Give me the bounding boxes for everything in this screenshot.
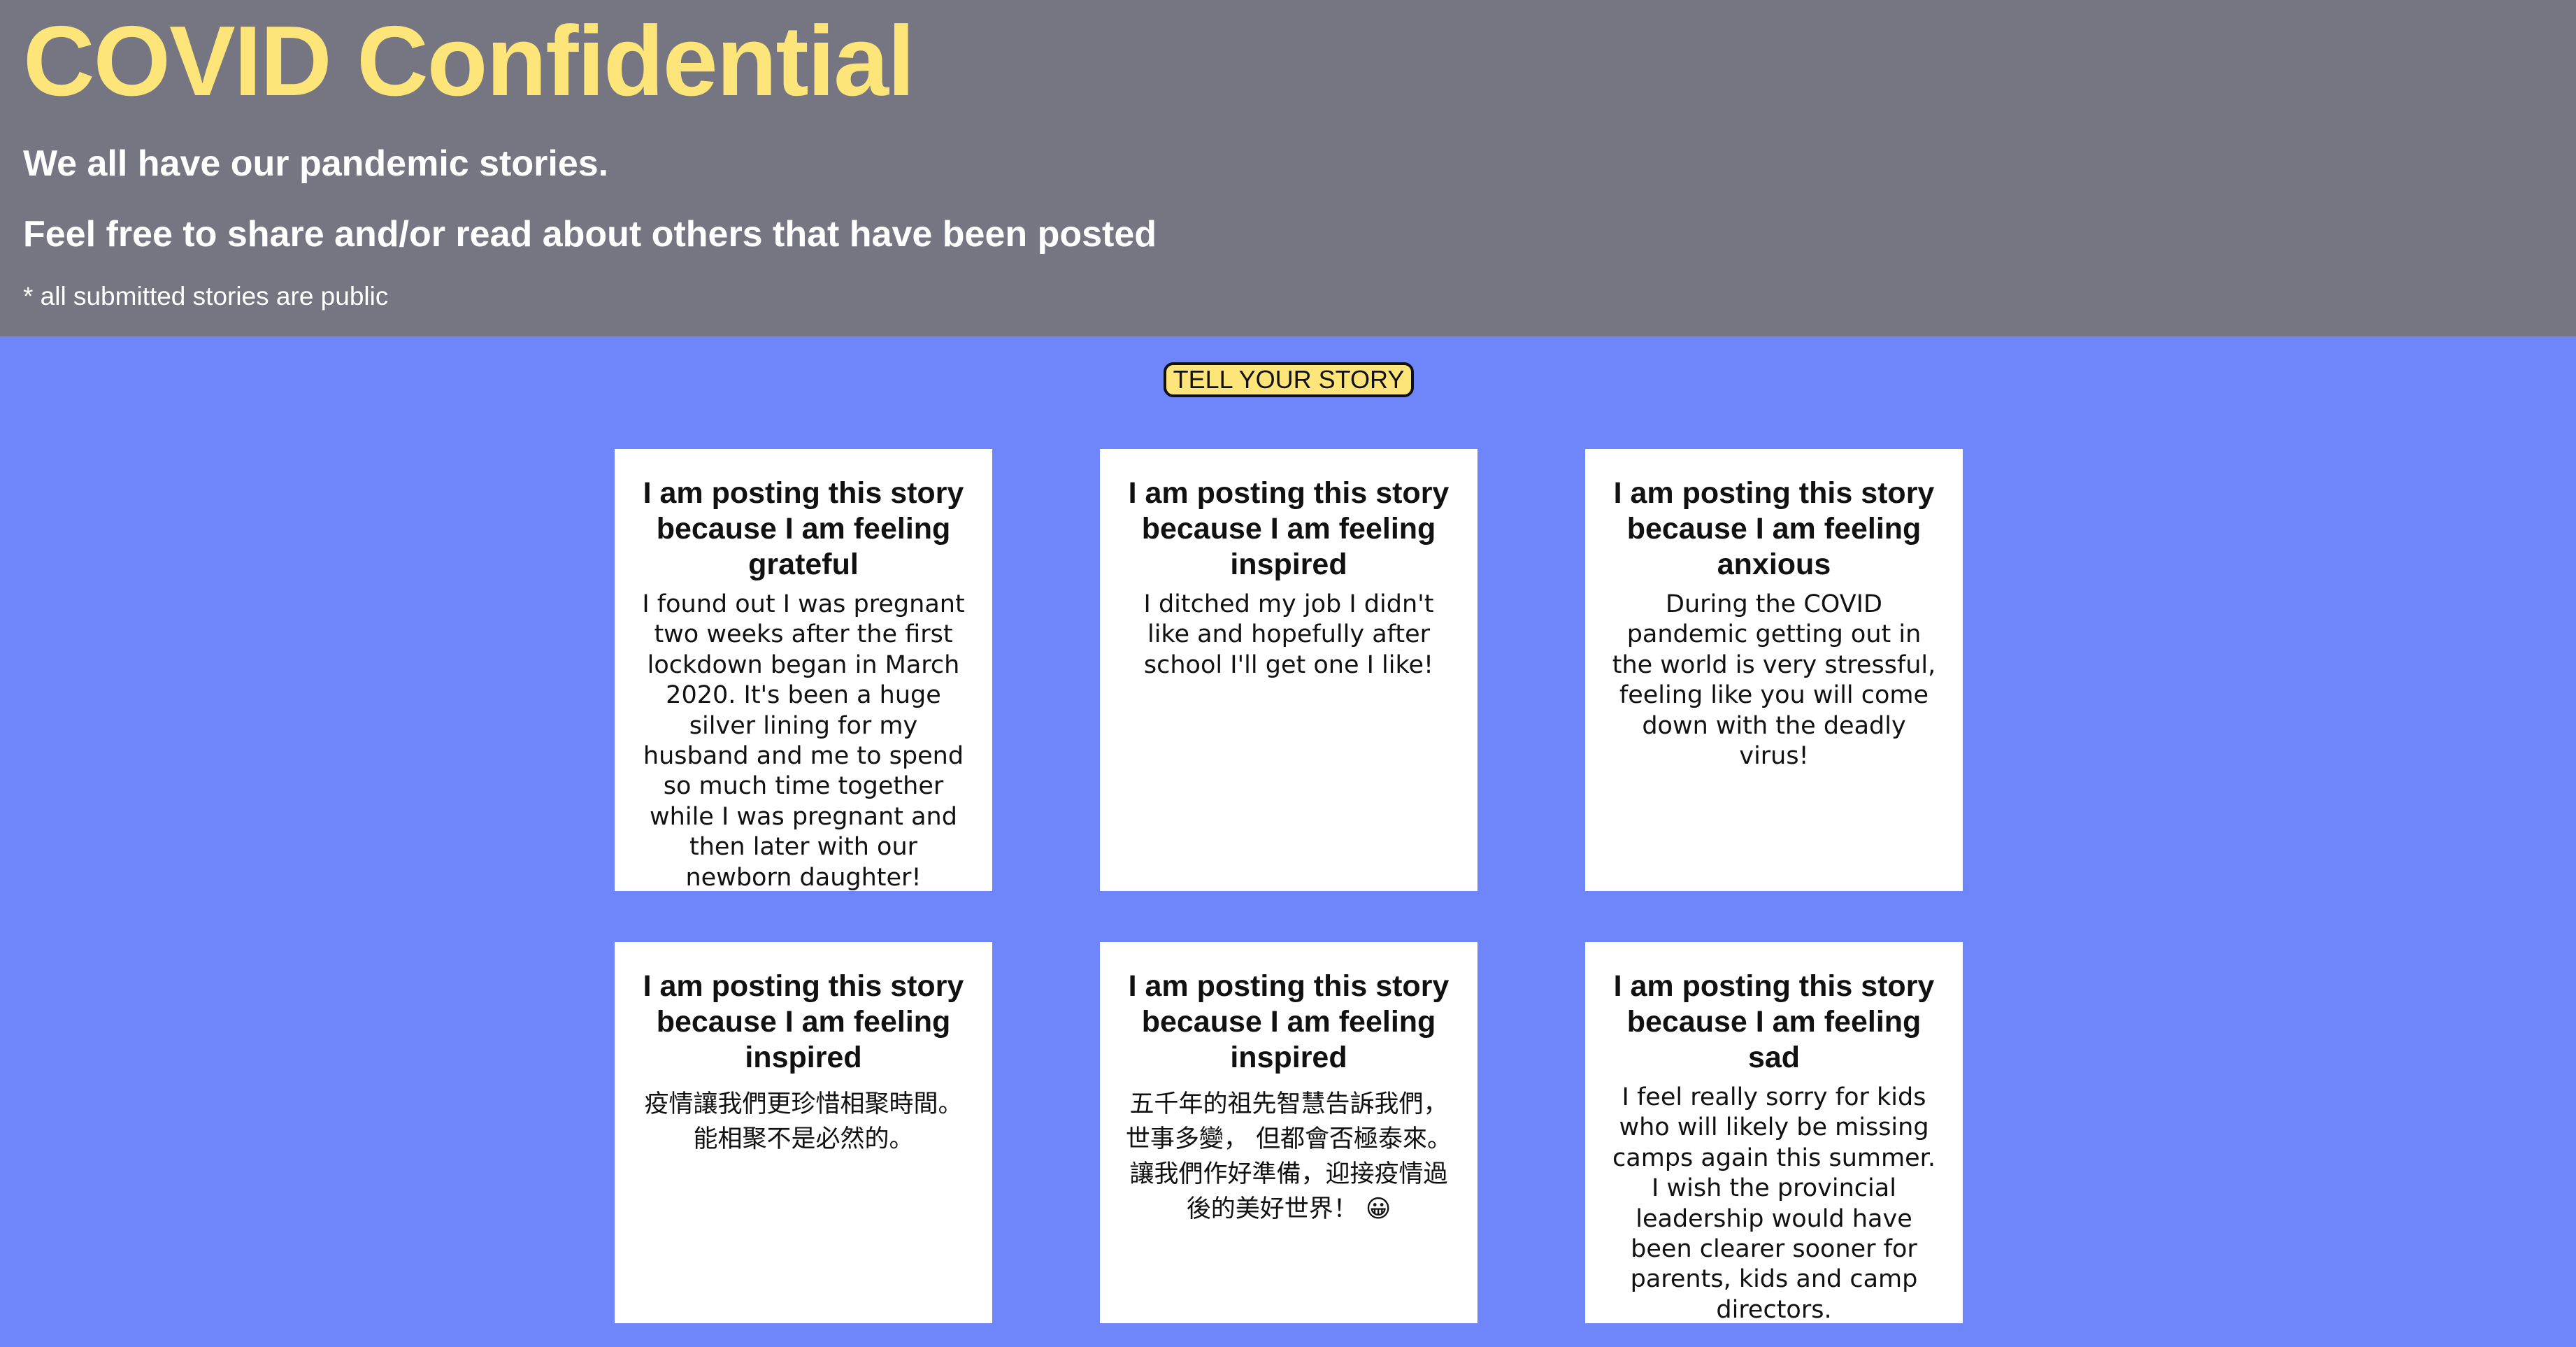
story-body: 五千年的祖先智慧告訴我們，世事多變， 但都會否極泰來。讓我們作好準備，迎接疫情過… (1125, 1090, 1452, 1223)
story-body: I feel really sorry for kids who will li… (1612, 1083, 1935, 1324)
story-title: I am posting this story because I am fee… (1128, 969, 1450, 1074)
story-card: I am posting this story because I am fee… (1585, 942, 1963, 1324)
story-card: I am posting this story because I am fee… (615, 942, 992, 1323)
story-title: I am posting this story because I am fee… (1613, 476, 1935, 581)
site-header: COVID Confidential We all have our pande… (0, 0, 2576, 336)
story-card: I am posting this story because I am fee… (1585, 449, 1963, 891)
story-card: I am posting this story because I am fee… (615, 449, 992, 892)
story-title: I am posting this story because I am fee… (643, 476, 964, 581)
story-body: 疫情讓我們更珍惜相聚時間。能相聚不是必然的。 (644, 1090, 963, 1153)
story-title: I am posting this story because I am fee… (643, 969, 964, 1074)
story-body: I found out I was pregnant two weeks aft… (642, 590, 965, 892)
story-title: I am posting this story because I am fee… (1613, 969, 1935, 1074)
public-stories-note: * all submitted stories are public (23, 282, 389, 311)
story-card: I am posting this story because I am fee… (1100, 942, 1477, 1323)
site-title: COVID Confidential (23, 6, 915, 117)
tell-your-story-button[interactable]: TELL YOUR STORY (1164, 362, 1414, 397)
story-title: I am posting this story because I am fee… (1128, 476, 1450, 581)
tagline-share-read: Feel free to share and/or read about oth… (23, 214, 1157, 255)
story-body: During the COVID pandemic getting out in… (1612, 590, 1936, 771)
story-body: I ditched my job I didn't like and hopef… (1143, 590, 1434, 679)
story-card: I am posting this story because I am fee… (1100, 449, 1477, 891)
tagline-pandemic-stories: We all have our pandemic stories. (23, 143, 609, 184)
